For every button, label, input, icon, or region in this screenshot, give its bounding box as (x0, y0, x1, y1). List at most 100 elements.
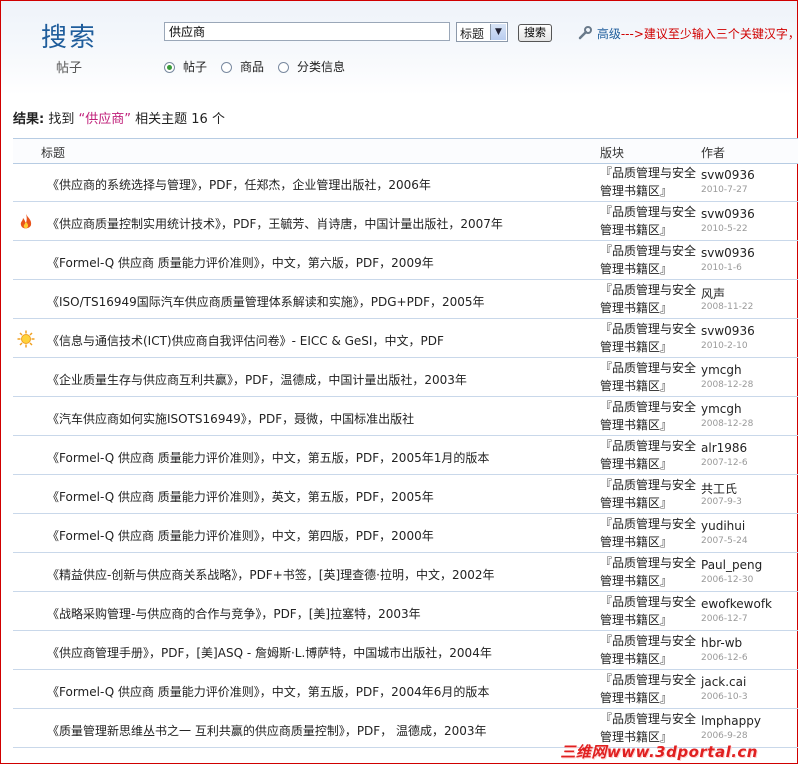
thread-title-link[interactable]: 《Formel-Q 供应商 质量能力评价准则》，中文，第六版，PDF，2009年 (47, 254, 434, 271)
table-row: 《战略采购管理-与供应商的合作与竞争》，PDF，[美]拉塞特，2003年 『品质管… (13, 592, 798, 631)
author-link[interactable]: 共工氏 (701, 480, 737, 497)
table-row: 《汽车供应商如何实施ISOTS16949》，PDF，聂微，中国标准出版社 『品质管… (13, 397, 798, 436)
thread-title-link[interactable]: 《战略采购管理-与供应商的合作与竞争》，PDF，[美]拉塞特，2003年 (47, 605, 421, 622)
radio-products[interactable]: 商品 (221, 58, 264, 75)
forum-link[interactable]: 『品质管理与安全管理书籍区』 (600, 359, 700, 395)
post-date: 2010-5-22 (701, 224, 748, 234)
post-date: 2010-7-27 (701, 185, 748, 195)
forum-link[interactable]: 『品质管理与安全管理书籍区』 (600, 515, 700, 551)
radio-posts-dot[interactable] (164, 62, 175, 73)
post-date: 2007-5-24 (701, 536, 748, 546)
author-link[interactable]: svw0936 (701, 246, 755, 260)
forum-link[interactable]: 『品质管理与安全管理书籍区』 (600, 164, 700, 200)
search-field-select[interactable]: 标题 ▼ (456, 22, 508, 42)
page-subtitle: 帖子 (56, 61, 83, 76)
thread-title-link[interactable]: 《企业质量生存与供应商互利共赢》，PDF，温德成，中国计量出版社，2003年 (47, 371, 467, 388)
table-row: 《供应商质量控制实用统计技术》，PDF，王毓芳、肖诗唐，中国计量出版社，2007… (13, 202, 798, 241)
radio-products-label: 商品 (240, 60, 265, 74)
thread-title-link[interactable]: 《供应商的系统选择与管理》，PDF，任郑杰，企业管理出版社，2006年 (47, 176, 431, 193)
author-link[interactable]: yudihui (701, 519, 745, 533)
thread-title-link[interactable]: 《Formel-Q 供应商 质量能力评价准则》，中文，第五版，PDF，2004年… (47, 683, 489, 700)
result-count: 16 个 (191, 112, 225, 127)
column-header-forum: 版块 (600, 146, 625, 160)
author-link[interactable]: svw0936 (701, 168, 755, 182)
post-date: 2007-12-6 (701, 458, 748, 468)
thread-title-link[interactable]: 《Formel-Q 供应商 质量能力评价准则》，英文，第五版，PDF，2005年 (47, 488, 434, 505)
thread-title-link[interactable]: 《ISO/TS16949国际汽车供应商质量管理体系解读和实施》，PDG+PDF，… (47, 293, 485, 310)
post-date: 2006-10-3 (701, 692, 748, 702)
table-row: 《Formel-Q 供应商 质量能力评价准则》，中文，第五版，PDF，2005年… (13, 436, 798, 475)
author-link[interactable]: ymcgh (701, 402, 742, 416)
author-link[interactable]: hbr-wb (701, 636, 742, 650)
result-found-text: 找到 (48, 112, 75, 127)
post-date: 2010-1-6 (701, 263, 742, 273)
forum-link[interactable]: 『品质管理与安全管理书籍区』 (600, 593, 700, 629)
thread-title-link[interactable]: 《质量管理新思维丛书之一 互利共赢的供应商质量控制》，PDF， 温德成，2003… (47, 722, 487, 739)
table-row: 《供应商的系统选择与管理》，PDF，任郑杰，企业管理出版社，2006年 『品质管理… (13, 163, 798, 202)
page-title: 搜索 (41, 23, 98, 53)
advanced-search-link[interactable]: 高级 (597, 27, 621, 41)
result-summary: 结果: 找到 “供应商” 相关主题 16 个 (13, 108, 225, 127)
thread-title-link[interactable]: 《汽车供应商如何实施ISOTS16949》，PDF，聂微，中国标准出版社 (47, 410, 414, 427)
result-related-text: 相关主题 (135, 112, 188, 127)
thread-title-link[interactable]: 《精益供应-创新与供应商关系战略》，PDF+书签，[英]理查德·拉明，中文，20… (47, 566, 494, 583)
post-date: 2006-12-6 (701, 653, 748, 663)
column-header-title: 标题 (41, 146, 66, 160)
post-date: 2008-12-28 (701, 380, 754, 390)
radio-classifieds[interactable]: 分类信息 (278, 58, 345, 75)
forum-link[interactable]: 『品质管理与安全管理书籍区』 (600, 398, 700, 434)
table-row: 《Formel-Q 供应商 质量能力评价准则》，英文，第五版，PDF，2005年… (13, 475, 798, 514)
forum-link[interactable]: 『品质管理与安全管理书籍区』 (600, 281, 700, 317)
table-row: 《供应商管理手册》，PDF，[美]ASQ - 詹姆斯·L.博萨特，中国城市出版社… (13, 631, 798, 670)
table-row: 《Formel-Q 供应商 质量能力评价准则》，中文，第六版，PDF，2009年… (13, 241, 798, 280)
author-link[interactable]: svw0936 (701, 207, 755, 221)
thread-title-link[interactable]: 《供应商质量控制实用统计技术》，PDF，王毓芳、肖诗唐，中国计量出版社，2007… (47, 215, 503, 232)
forum-link[interactable]: 『品质管理与安全管理书籍区』 (600, 671, 700, 707)
author-link[interactable]: lmphappy (701, 714, 761, 728)
result-label: 结果: (13, 112, 45, 127)
radio-products-dot[interactable] (221, 62, 232, 73)
watermark: 三维网www.3dportal.cn (560, 743, 758, 761)
post-date: 2010-2-10 (701, 341, 748, 351)
forum-link[interactable]: 『品质管理与安全管理书籍区』 (600, 554, 700, 590)
author-link[interactable]: ymcgh (701, 363, 742, 377)
radio-classifieds-label: 分类信息 (297, 60, 346, 74)
post-date: 2008-11-22 (701, 302, 754, 312)
post-date: 2006-12-30 (701, 575, 754, 585)
search-input[interactable] (164, 22, 450, 41)
author-link[interactable]: jack.cai (701, 675, 746, 689)
forum-link[interactable]: 『品质管理与安全管理书籍区』 (600, 437, 700, 473)
table-header: 标题 版块 作者 (13, 138, 798, 164)
author-link[interactable]: alr1986 (701, 441, 747, 455)
post-date: 2007-9-3 (701, 497, 742, 507)
chevron-down-icon[interactable]: ▼ (490, 24, 506, 40)
forum-link[interactable]: 『品质管理与安全管理书籍区』 (600, 242, 700, 278)
forum-link[interactable]: 『品质管理与安全管理书籍区』 (600, 476, 700, 512)
results-table: 《供应商的系统选择与管理》，PDF，任郑杰，企业管理出版社，2006年『品质管理… (13, 163, 798, 748)
search-header: 搜索 帖子 标题 ▼ 搜索 高级--->建议至少输入三个关键汉字， 帖子 商品 … (1, 1, 798, 95)
post-date: 2008-12-28 (701, 419, 754, 429)
post-date: 2006-9-28 (701, 731, 748, 741)
thread-title-link[interactable]: 《Formel-Q 供应商 质量能力评价准则》，中文，第四版，PDF，2000年 (47, 527, 434, 544)
result-keyword: “供应商” (78, 112, 131, 127)
post-date: 2006-12-7 (701, 614, 748, 624)
thread-title-link[interactable]: 《Formel-Q 供应商 质量能力评价准则》，中文，第五版，PDF，2005年… (47, 449, 489, 466)
author-link[interactable]: svw0936 (701, 324, 755, 338)
search-field-value: 标题 (460, 27, 485, 41)
author-link[interactable]: Paul_peng (701, 558, 762, 572)
thread-title-link[interactable]: 《信息与通信技术(ICT)供应商自我评估问卷》- EICC & GeSI，中文，… (47, 332, 444, 349)
fire-icon (17, 213, 35, 231)
author-link[interactable]: ewofkewofk (701, 597, 772, 611)
radio-posts[interactable]: 帖子 (164, 58, 207, 75)
author-link[interactable]: 风声 (701, 285, 725, 302)
forum-link[interactable]: 『品质管理与安全管理书籍区』 (600, 320, 700, 356)
forum-link[interactable]: 『品质管理与安全管理书籍区』 (600, 632, 700, 668)
forum-link[interactable]: 『品质管理与安全管理书籍区』 (600, 203, 700, 239)
search-button[interactable]: 搜索 (518, 24, 552, 42)
table-row: 《企业质量生存与供应商互利共赢》，PDF，温德成，中国计量出版社，2003年 『品… (13, 358, 798, 397)
radio-classifieds-dot[interactable] (278, 62, 289, 73)
sun-icon (17, 330, 35, 348)
thread-title-link[interactable]: 《供应商管理手册》，PDF，[美]ASQ - 詹姆斯·L.博萨特，中国城市出版社… (47, 644, 492, 661)
advanced-search-hint: --->建议至少输入三个关键汉字， (620, 27, 798, 41)
radio-posts-label: 帖子 (183, 60, 208, 74)
